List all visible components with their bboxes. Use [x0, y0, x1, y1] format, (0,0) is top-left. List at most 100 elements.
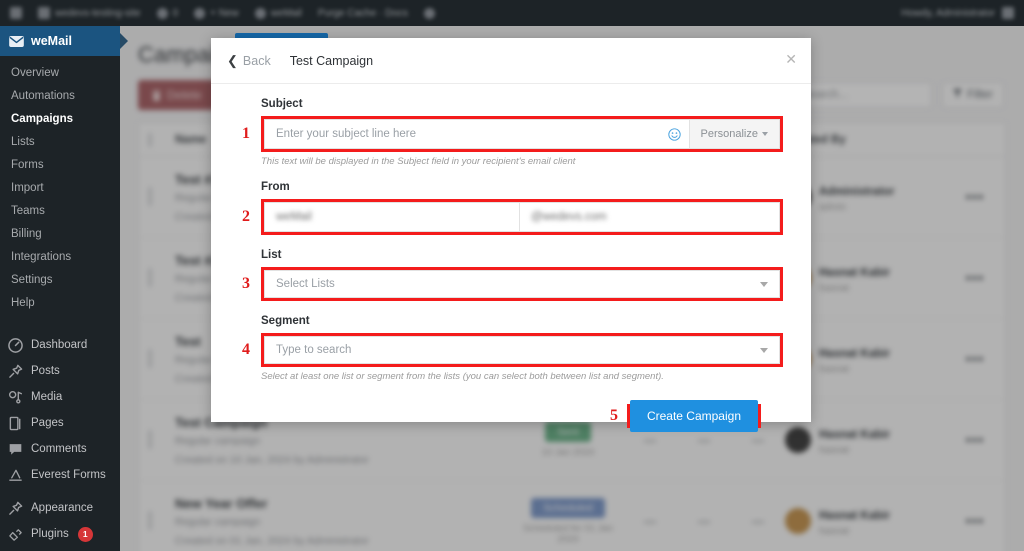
admin-bar-site-name[interactable]: wedevs-testing-site [38, 7, 141, 19]
from-email-value: @wedevs.com [531, 211, 607, 223]
sidebar-item-label: Overview [11, 67, 59, 79]
sidebar-item-label: Posts [31, 363, 60, 379]
wordpress-nav: Dashboard Posts Media Pages Comments Everest … [0, 332, 120, 551]
sidebar-item-users[interactable]: Users [0, 547, 120, 551]
pages-icon [8, 416, 23, 431]
sidebar-item-plugins[interactable]: Plugins 1 [0, 521, 120, 547]
marker-4: 4 [242, 341, 250, 359]
segment-hint: Select at least one list or segment from… [261, 371, 783, 382]
sidebar-item-pages[interactable]: Pages [0, 410, 120, 436]
subject-placeholder: Enter your subject line here [276, 128, 416, 140]
sidebar-item-everest-forms[interactable]: Everest Forms [0, 462, 120, 488]
admin-bar-notifications[interactable] [424, 8, 435, 19]
from-email-input[interactable]: @wedevs.com [520, 203, 779, 231]
sidebar-item-label: Campaigns [11, 113, 73, 125]
plugins-update-badge: 1 [78, 527, 93, 542]
back-button[interactable]: ❮ Back [227, 54, 271, 68]
sidebar-item-import[interactable]: Import [0, 177, 120, 200]
list-label: List [261, 249, 783, 261]
marker-2: 2 [242, 208, 250, 226]
envelope-icon [9, 36, 24, 47]
segment-highlight-box: 4 Type to search [261, 333, 783, 367]
modal-header: ❮ Back Test Campaign ✕ [211, 38, 811, 84]
sidebar-item-billing[interactable]: Billing [0, 223, 120, 246]
from-highlight-box: 2 weMail @wedevs.com [261, 199, 783, 235]
from-label: From [261, 181, 783, 193]
subject-label: Subject [261, 98, 783, 110]
admin-bar-wemail[interactable]: weMail [255, 8, 302, 19]
emoji-smiley-icon[interactable] [661, 120, 689, 148]
sidebar-item-automations[interactable]: Automations [0, 85, 120, 108]
close-icon[interactable]: ✕ [785, 52, 797, 66]
wemail-brand[interactable]: weMail [0, 26, 120, 56]
subject-field-group: Subject 1 Enter your subject line here [261, 98, 783, 167]
sidebar-item-posts[interactable]: Posts [0, 358, 120, 384]
sidebar-item-overview[interactable]: Overview [0, 62, 120, 85]
admin-bar-comments[interactable]: 0 [157, 8, 179, 19]
wemail-nav: Overview Automations Campaigns Lists Forms Im… [0, 56, 120, 323]
wp-admin-bar: wedevs-testing-site 0 + New weMail Purge… [0, 0, 1024, 26]
admin-bar-cache[interactable]: Purge Cache · Docs [318, 8, 408, 19]
create-campaign-modal: ❮ Back Test Campaign ✕ Subject 1 Enter y… [211, 38, 811, 422]
sidebar-item-label: Billing [11, 228, 42, 240]
sidebar-item-label: Pages [31, 415, 64, 431]
chevron-down-icon [762, 132, 768, 136]
sidebar-item-dashboard[interactable]: Dashboard [0, 332, 120, 358]
segment-select[interactable]: Type to search [264, 336, 780, 364]
sidebar-item-settings[interactable]: Settings [0, 269, 120, 292]
segment-label: Segment [261, 315, 783, 327]
sidebar-item-label: Settings [11, 274, 53, 286]
sidebar-item-label: Automations [11, 90, 75, 102]
sidebar-item-help[interactable]: Help [0, 292, 120, 315]
admin-bar-avatar[interactable] [1002, 7, 1014, 19]
personalize-dropdown[interactable]: Personalize [689, 120, 779, 148]
sidebar-item-media[interactable]: Media [0, 384, 120, 410]
sidebar-item-appearance[interactable]: Appearance [0, 495, 120, 521]
chevron-down-icon [760, 282, 768, 287]
admin-bar-new[interactable]: + New [194, 8, 239, 19]
sidebar-item-lists[interactable]: Lists [0, 131, 120, 154]
segment-field-group: Segment 4 Type to search Select at least… [261, 315, 783, 382]
from-name-input[interactable]: weMail [265, 203, 520, 231]
from-name-value: weMail [276, 211, 312, 223]
subject-input[interactable]: Enter your subject line here [265, 120, 661, 148]
list-select[interactable]: Select Lists [264, 270, 780, 298]
admin-bar-wordpress-logo[interactable] [10, 7, 22, 19]
marker-3: 3 [242, 275, 250, 293]
sidebar-item-label: Dashboard [31, 337, 87, 353]
modal-footer: 5 Create Campaign [261, 404, 783, 428]
pin-icon [8, 364, 23, 379]
media-icon [8, 390, 23, 405]
sidebar-item-label: Import [11, 182, 44, 194]
admin-bar-howdy[interactable]: Howdy, Administrator [901, 8, 995, 19]
sidebar-item-comments[interactable]: Comments [0, 436, 120, 462]
sidebar-item-label: Media [31, 389, 62, 405]
marker-1: 1 [242, 125, 250, 143]
sidebar-item-label: Appearance [31, 500, 93, 516]
create-campaign-button[interactable]: Create Campaign [630, 400, 758, 432]
sidebar-item-forms[interactable]: Forms [0, 154, 120, 177]
dashboard-icon [8, 338, 23, 353]
from-field-group: From 2 weMail @wedevs.com [261, 181, 783, 235]
sidebar-item-campaigns[interactable]: Campaigns [0, 108, 120, 131]
marker-5: 5 [610, 407, 618, 425]
subject-hint: This text will be displayed in the Subje… [261, 156, 783, 167]
sidebar-item-label: Help [11, 297, 35, 309]
modal-title: Test Campaign [290, 54, 373, 68]
sidebar-item-label: Forms [11, 159, 44, 171]
list-field-group: List 3 Select Lists [261, 249, 783, 301]
chevron-left-icon: ❮ [227, 54, 238, 67]
sidebar-item-label: Everest Forms [31, 467, 106, 483]
list-highlight-box: 3 Select Lists [261, 267, 783, 301]
sidebar-item-teams[interactable]: Teams [0, 200, 120, 223]
sidebar-item-integrations[interactable]: Integrations [0, 246, 120, 269]
sidebar-item-label: Comments [31, 441, 87, 457]
sidebar-item-label: Lists [11, 136, 35, 148]
appearance-icon [8, 501, 23, 516]
segment-placeholder: Type to search [276, 344, 351, 356]
screen: wedevs-testing-site 0 + New weMail Purge… [0, 0, 1024, 551]
wemail-brand-label: weMail [31, 34, 72, 48]
sidebar-item-label: Integrations [11, 251, 71, 263]
create-campaign-highlight-box: Create Campaign [627, 404, 761, 428]
sidebar-item-label: Plugins [31, 526, 69, 542]
